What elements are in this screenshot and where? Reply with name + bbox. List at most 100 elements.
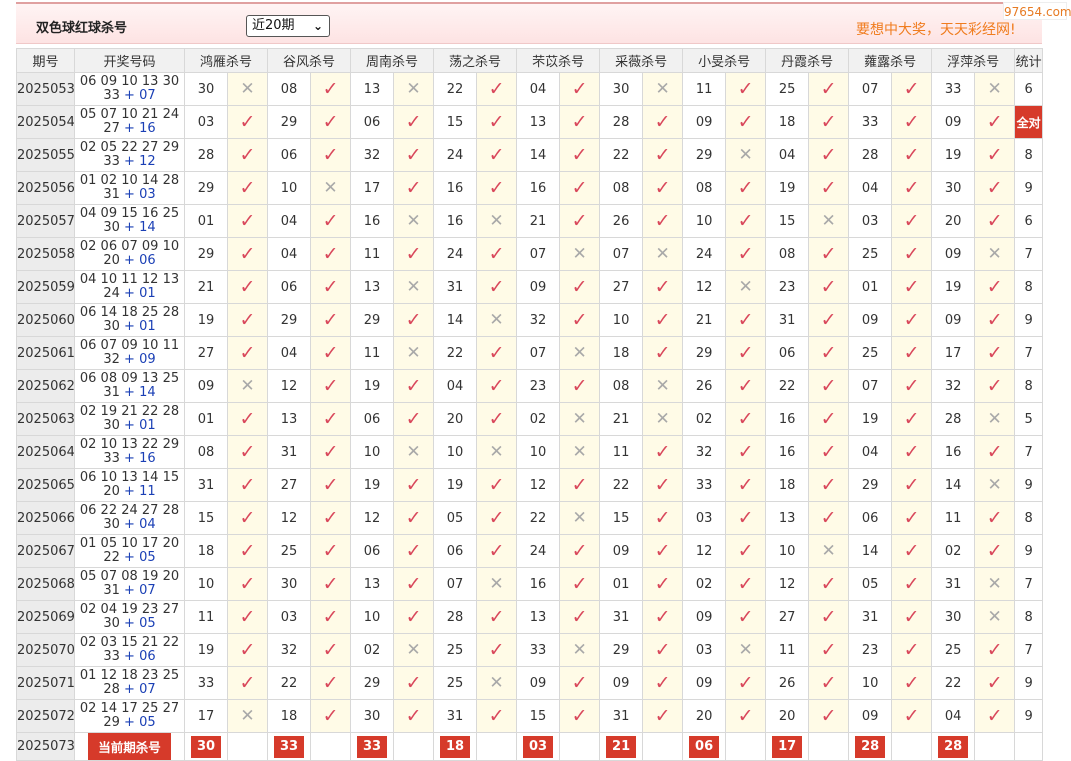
check-icon: ✓ <box>239 507 256 529</box>
draw-numbers-cell: 02 03 15 21 22 33 + 06 <box>74 633 185 667</box>
kill-number-cell: 19 <box>433 468 478 502</box>
result-mark-cell: ✕ <box>393 72 435 106</box>
check-icon: ✓ <box>571 210 588 232</box>
kill-number-cell: 32 <box>350 138 395 172</box>
result-mark-cell: ✓ <box>642 435 684 469</box>
cross-icon: ✕ <box>572 508 587 528</box>
check-icon: ✓ <box>322 111 339 133</box>
result-mark-cell: ✓ <box>226 105 269 139</box>
kill-number-cell: 09 <box>599 666 644 700</box>
kill-number-cell: 20 <box>931 204 976 238</box>
result-mark-cell: ✓ <box>476 402 518 436</box>
result-mark-cell: ✕ <box>559 336 601 370</box>
kill-number-cell: 08 <box>765 237 810 271</box>
check-icon: ✓ <box>571 474 588 496</box>
result-mark-cell: ✕ <box>974 468 1016 502</box>
kill-number-cell: 30 <box>931 171 976 205</box>
result-mark-cell: ✓ <box>808 138 850 172</box>
result-mark-cell: ✓ <box>725 402 767 436</box>
result-mark-cell: ✕ <box>642 369 684 403</box>
check-icon: ✓ <box>986 639 1003 661</box>
result-mark-cell: ✓ <box>891 72 933 106</box>
result-mark-cell: ✓ <box>725 72 767 106</box>
result-mark-cell: ✓ <box>476 171 518 205</box>
draw-blue-ball: 06 <box>139 649 156 664</box>
result-mark-cell: ✓ <box>891 567 933 601</box>
plus-sign: + <box>119 88 140 103</box>
draw-second-line: 27 + 16 <box>76 122 184 136</box>
result-mark-cell: ✕ <box>725 138 767 172</box>
draw-numbers-cell: 06 22 24 27 28 30 + 04 <box>74 501 185 535</box>
kill-number-cell: 10 <box>350 435 395 469</box>
check-icon: ✓ <box>820 375 837 397</box>
result-mark-cell: ✓ <box>310 699 352 733</box>
check-icon: ✓ <box>322 540 339 562</box>
check-icon: ✓ <box>820 441 837 463</box>
result-mark-cell: ✓ <box>310 402 352 436</box>
result-mark-cell: ✓ <box>310 270 352 304</box>
period-select[interactable]: 近20期 ⌄ <box>246 15 330 37</box>
result-mark-cell: ✓ <box>974 534 1016 568</box>
kill-number-cell: 14 <box>516 138 561 172</box>
check-icon: ✓ <box>488 243 505 265</box>
kill-number-cell: 04 <box>267 237 312 271</box>
kill-number-cell: 12 <box>516 468 561 502</box>
kill-number-cell: 12 <box>350 501 395 535</box>
kill-number-cell: 11 <box>350 336 395 370</box>
kill-number-cell: 11 <box>765 633 810 667</box>
result-mark-cell: ✓ <box>725 369 767 403</box>
check-icon: ✓ <box>322 408 339 430</box>
draw-red-last: 30 <box>103 220 120 235</box>
period-select-value: 近20期 <box>252 18 295 33</box>
kill-number-cell: 22 <box>267 666 312 700</box>
issue-cell: 2025055 <box>16 138 75 172</box>
result-mark-cell: ✓ <box>559 171 601 205</box>
draw-blue-ball: 14 <box>139 385 156 400</box>
check-icon: ✓ <box>737 210 754 232</box>
check-icon: ✓ <box>571 276 588 298</box>
kill-number-cell: 08 <box>184 435 228 469</box>
check-icon: ✓ <box>986 177 1003 199</box>
kill-number-cell: 02 <box>931 534 976 568</box>
empty-cell <box>642 732 684 761</box>
stat-cell: 7 <box>1014 336 1044 370</box>
kill-number-cell: 27 <box>599 270 644 304</box>
col-header-expert: 采薇杀号 <box>599 48 684 73</box>
current-stat-cell <box>1014 732 1044 761</box>
kill-number-cell: 06 <box>267 138 312 172</box>
stat-cell: 7 <box>1014 435 1044 469</box>
current-kill-number: 28 <box>938 735 969 758</box>
result-mark-cell: ✓ <box>393 567 435 601</box>
check-icon: ✓ <box>571 540 588 562</box>
result-mark-cell: ✓ <box>808 303 850 337</box>
result-mark-cell: ✓ <box>642 204 684 238</box>
kill-number-cell: 15 <box>765 204 810 238</box>
check-icon: ✓ <box>820 144 837 166</box>
slogan-link[interactable]: 要想中大奖，天天彩经网! <box>856 19 1016 39</box>
empty-cell <box>310 732 352 761</box>
draw-red-line: 02 05 22 27 29 <box>79 140 180 155</box>
result-mark-cell: ✓ <box>310 633 352 667</box>
kill-number-cell: 25 <box>848 237 893 271</box>
stat-cell: 6 <box>1014 72 1044 106</box>
current-kill-cell: 30 <box>184 732 228 761</box>
draw-numbers-cell: 02 14 17 25 27 29 + 05 <box>74 699 185 733</box>
result-mark-cell: ✓ <box>642 699 684 733</box>
result-mark-cell: ✓ <box>476 336 518 370</box>
kill-number-cell: 10 <box>433 435 478 469</box>
draw-red-line: 02 10 13 22 29 <box>79 437 180 452</box>
kill-number-cell: 16 <box>765 435 810 469</box>
kill-number-cell: 31 <box>433 699 478 733</box>
table-row: 2025060 06 14 18 25 28 30 + 01 19 ✓ 29 ✓ 29 ✓ 14 ✕… <box>16 303 1044 337</box>
result-mark-cell: ✕ <box>559 402 601 436</box>
check-icon: ✓ <box>654 276 671 298</box>
check-icon: ✓ <box>986 507 1003 529</box>
kill-number-cell: 03 <box>848 204 893 238</box>
check-icon: ✓ <box>903 540 920 562</box>
result-mark-cell: ✓ <box>808 666 850 700</box>
check-icon: ✓ <box>986 210 1003 232</box>
plus-sign: + <box>119 220 140 235</box>
kill-number-cell: 10 <box>516 435 561 469</box>
result-mark-cell: ✓ <box>642 666 684 700</box>
kill-number-cell: 23 <box>765 270 810 304</box>
